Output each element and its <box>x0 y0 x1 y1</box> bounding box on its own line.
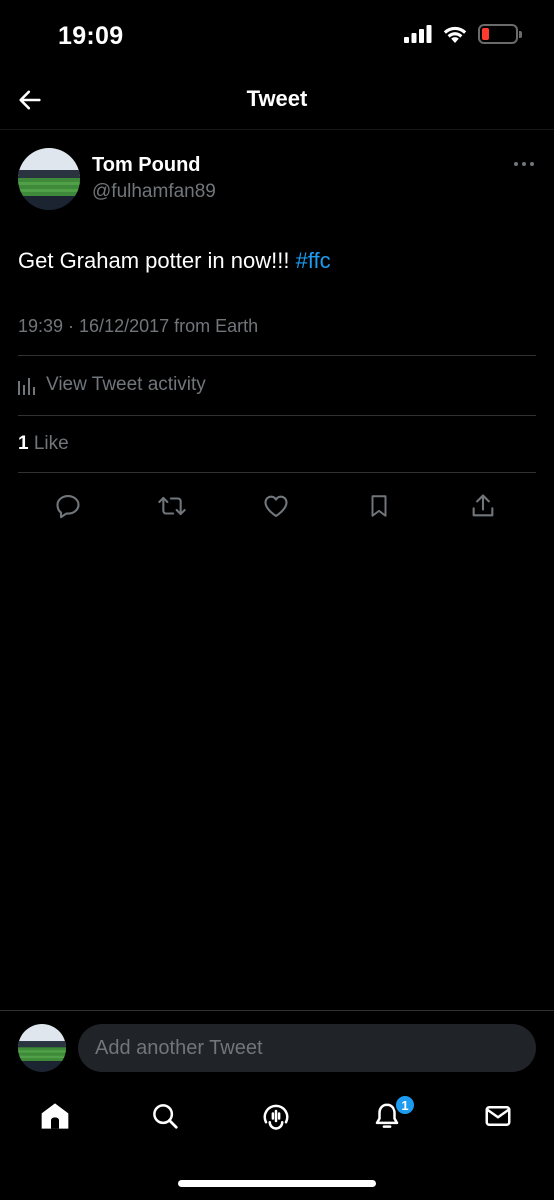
home-indicator[interactable] <box>178 1180 376 1187</box>
tweet-actions <box>0 486 554 530</box>
reply-button[interactable] <box>48 486 88 526</box>
tweet-timestamp: 19:39 · 16/12/2017 from Earth <box>18 316 259 336</box>
wifi-icon <box>443 26 467 43</box>
reply-bar <box>0 1010 554 1082</box>
activity-label: View Tweet activity <box>46 374 206 395</box>
home-icon <box>41 1103 69 1129</box>
like-icon <box>264 495 288 517</box>
share-icon <box>472 494 494 517</box>
mail-icon <box>485 1106 511 1126</box>
bar-chart-icon <box>18 378 35 395</box>
reply-input[interactable] <box>78 1024 536 1072</box>
divider <box>18 355 536 356</box>
more-icon <box>514 162 518 166</box>
notification-badge: 1 <box>394 1094 416 1116</box>
divider <box>18 415 536 416</box>
author-name[interactable]: Tom Pound <box>92 154 201 177</box>
tweet-text: Get Graham potter in now!!! #ffc <box>18 248 331 274</box>
hashtag-link[interactable]: #ffc <box>296 248 331 273</box>
more-button[interactable] <box>512 158 536 170</box>
status-bar: 19:09 <box>0 0 554 72</box>
reply-icon <box>56 495 80 519</box>
like-button[interactable] <box>256 486 296 526</box>
spaces-icon <box>263 1104 289 1130</box>
header: Tweet <box>0 72 554 130</box>
battery-icon <box>478 24 522 44</box>
tab-home[interactable] <box>35 1096 75 1136</box>
divider <box>18 472 536 473</box>
likes-label: Like <box>28 433 69 454</box>
author-handle[interactable]: @fulhamfan89 <box>92 181 216 203</box>
reply-avatar <box>18 1024 66 1072</box>
likes-number: 1 <box>18 433 29 454</box>
retweet-button[interactable] <box>152 486 192 526</box>
page-title: Tweet <box>246 86 308 111</box>
likes-count[interactable]: 1 Like <box>18 433 69 455</box>
tab-messages[interactable] <box>478 1096 518 1136</box>
search-icon <box>153 1104 178 1129</box>
status-time: 19:09 <box>58 22 124 50</box>
retweet-icon <box>158 496 186 516</box>
tab-search[interactable] <box>145 1096 185 1136</box>
avatar[interactable] <box>18 148 80 210</box>
bookmark-button[interactable] <box>359 486 399 526</box>
status-icons <box>404 24 522 44</box>
signal-icon <box>404 25 432 43</box>
view-tweet-activity[interactable]: View Tweet activity <box>18 372 206 398</box>
share-button[interactable] <box>463 486 503 526</box>
bookmark-icon <box>371 495 387 517</box>
tab-spaces[interactable] <box>256 1096 296 1136</box>
tweet-body: Get Graham potter in now!!! <box>18 248 290 273</box>
